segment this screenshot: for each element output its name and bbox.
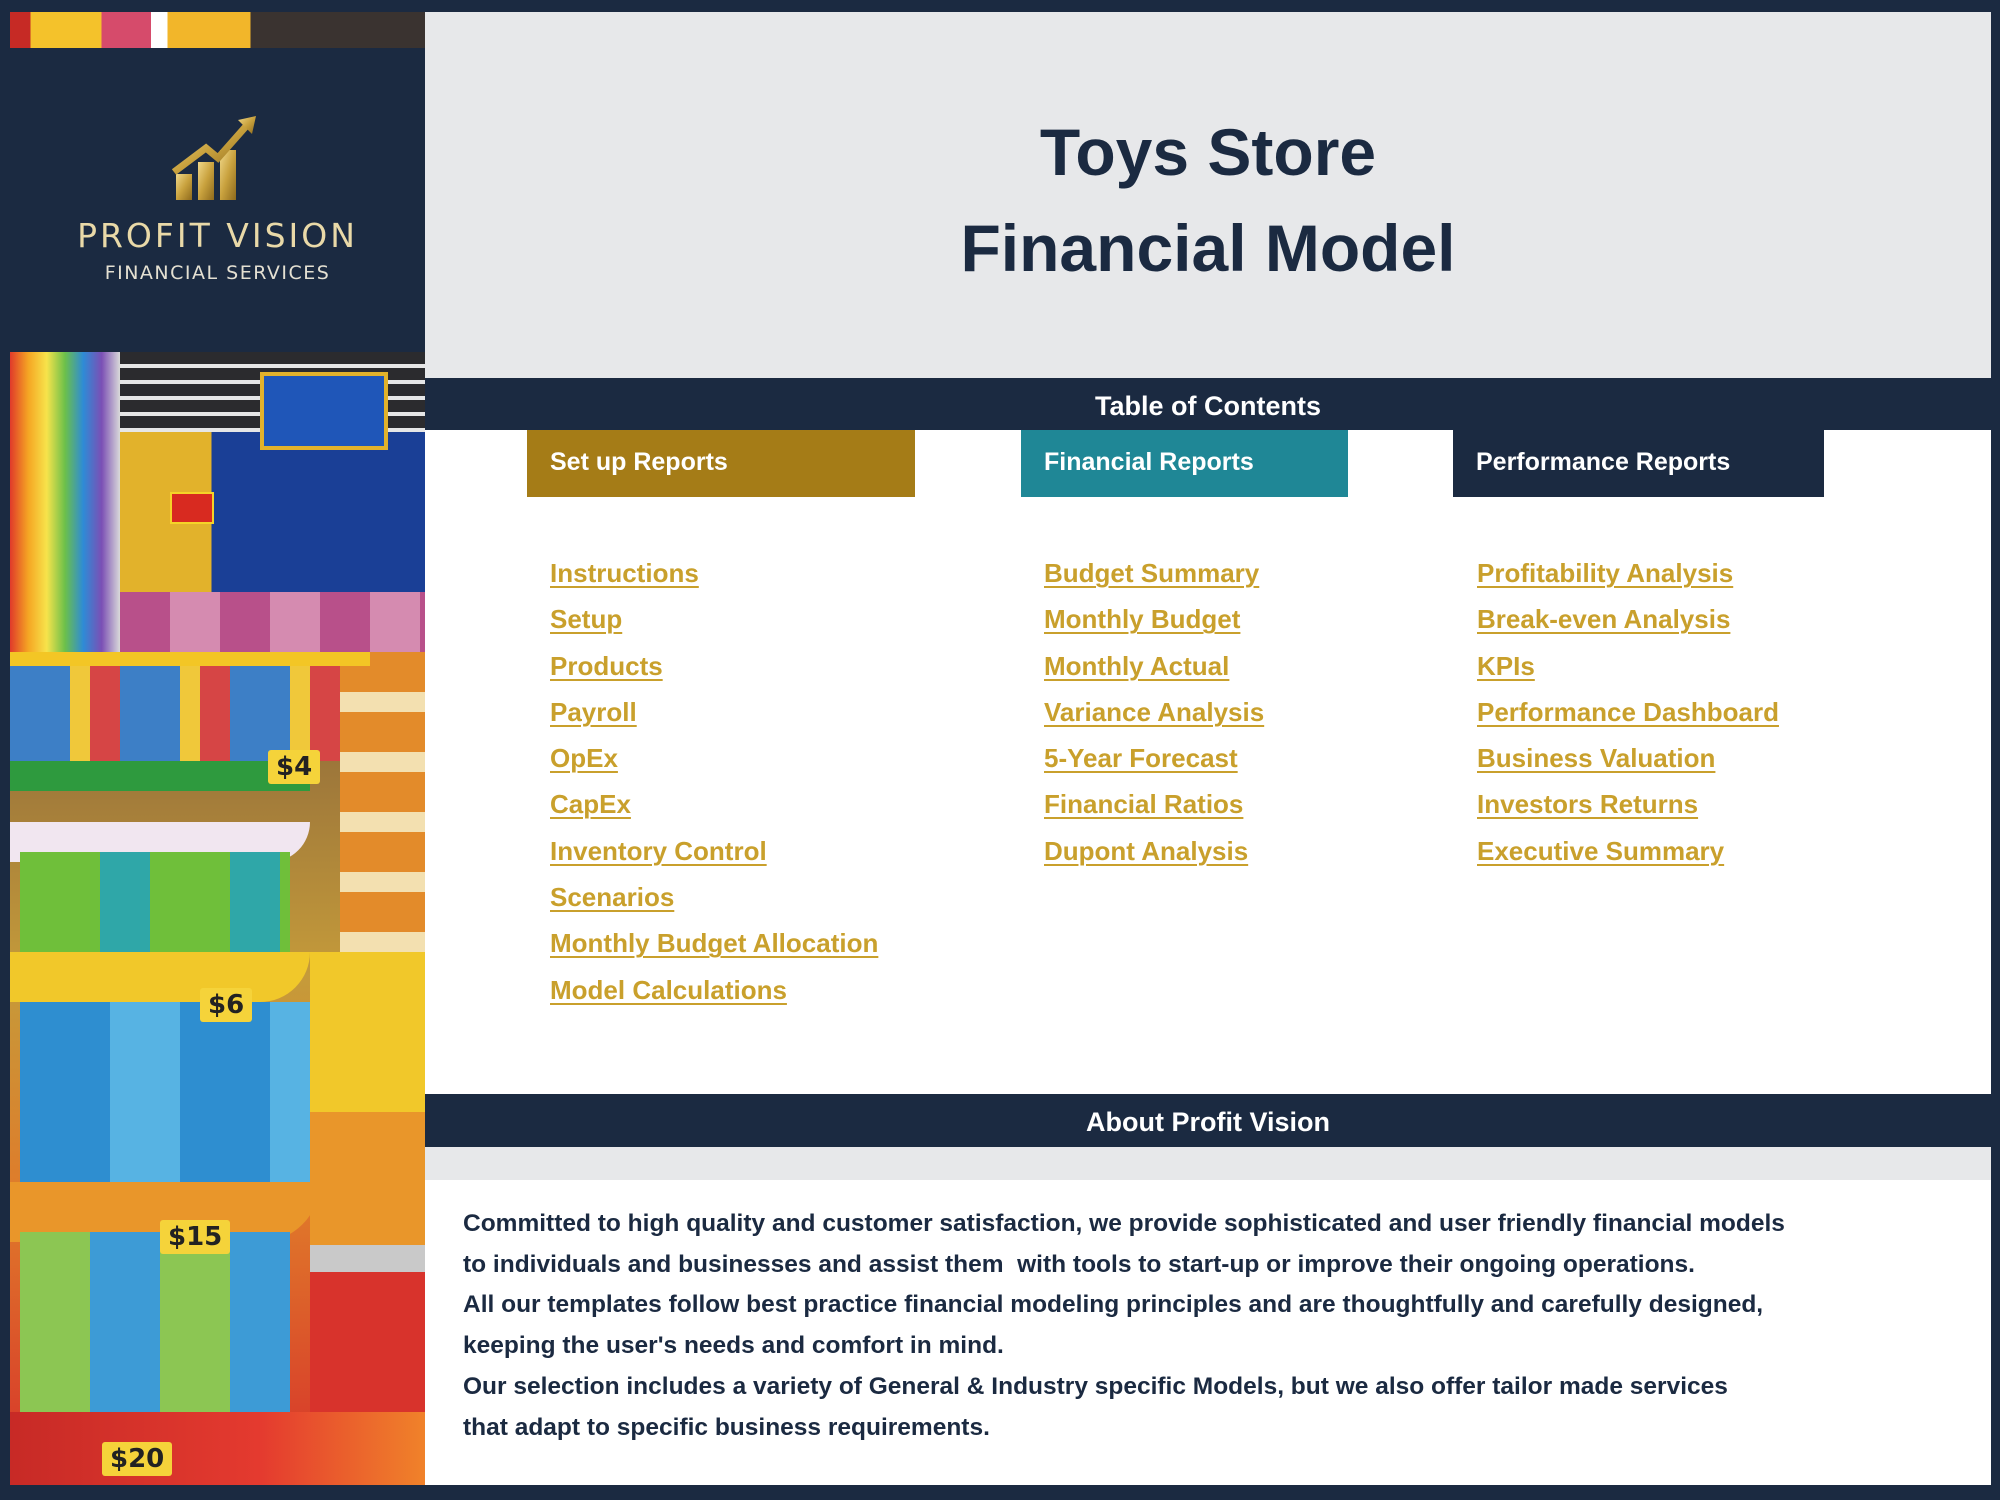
financial-reports-links: Budget Summary Monthly Budget Monthly Ac… <box>1044 550 1264 874</box>
link-products[interactable]: Products <box>550 651 663 681</box>
about-title-bar: About Profit Vision <box>425 1094 1991 1147</box>
link-break-even-analysis[interactable]: Break-even Analysis <box>1477 604 1730 634</box>
link-scenarios[interactable]: Scenarios <box>550 882 674 912</box>
about-line: keeping the user's needs and comfort in … <box>463 1332 1004 1360</box>
photo-lego-wall <box>120 432 425 592</box>
link-opex[interactable]: OpEx <box>550 743 618 773</box>
price-tag: $6 <box>200 988 253 1022</box>
financial-reports-header: Financial Reports <box>1021 430 1348 497</box>
setup-reports-links: Instructions Setup Products Payroll OpEx… <box>550 550 878 1013</box>
price-tag: $20 <box>102 1442 173 1476</box>
toc-title-bar: Table of Contents <box>425 378 1991 430</box>
toy-store-photo: $4 $6 $15 $20 <box>10 352 425 1485</box>
performance-reports-links: Profitability Analysis Break-even Analys… <box>1477 550 1779 874</box>
link-payroll[interactable]: Payroll <box>550 697 637 727</box>
financial-reports-header-label: Financial Reports <box>1044 448 1254 476</box>
photo-display-base <box>10 1412 425 1485</box>
page-title-line1: Toys Store <box>1039 115 1377 189</box>
link-setup[interactable]: Setup <box>550 604 622 634</box>
about-divider-strip <box>425 1147 1991 1180</box>
link-monthly-budget[interactable]: Monthly Budget <box>1044 604 1240 634</box>
link-investors-returns[interactable]: Investors Returns <box>1477 789 1698 819</box>
link-monthly-actual[interactable]: Monthly Actual <box>1044 651 1229 681</box>
link-model-calculations[interactable]: Model Calculations <box>550 975 787 1005</box>
brand-subtitle: FINANCIAL SERVICES <box>104 262 331 284</box>
setup-reports-header: Set up Reports <box>527 430 915 497</box>
photo-shelf-edge <box>10 652 370 666</box>
link-capex[interactable]: CapEx <box>550 789 631 819</box>
about-description: Committed to high quality and customer s… <box>463 1204 1943 1448</box>
link-variance-analysis[interactable]: Variance Analysis <box>1044 697 1264 727</box>
about-line: Committed to high quality and customer s… <box>463 1210 1785 1237</box>
left-sidebar: PROFIT VISION FINANCIAL SERVICES $4 $6 $… <box>10 12 425 1485</box>
price-tag: $15 <box>160 1220 231 1254</box>
link-performance-dashboard[interactable]: Performance Dashboard <box>1477 697 1779 727</box>
title-banner: Toys Store Financial Model <box>425 12 1991 378</box>
price-tag: $4 <box>268 750 321 784</box>
link-profitability-analysis[interactable]: Profitability Analysis <box>1477 558 1733 588</box>
main-panel: Toys Store Financial Model Table of Cont… <box>425 12 1991 1485</box>
link-budget-summary[interactable]: Budget Summary <box>1044 558 1259 588</box>
photo-strip-top <box>10 12 425 48</box>
photo-toys <box>20 1232 290 1412</box>
brand-logo-box: PROFIT VISION FINANCIAL SERVICES <box>10 48 425 352</box>
about-title: About Profit Vision <box>1086 1107 1330 1137</box>
photo-shelf <box>120 592 425 652</box>
photo-tv-screen <box>260 372 388 450</box>
link-instructions[interactable]: Instructions <box>550 558 699 588</box>
page-title: Toys Store Financial Model <box>425 104 1991 296</box>
photo-display-ring <box>10 952 310 1002</box>
performance-reports-header-label: Performance Reports <box>1476 448 1731 476</box>
setup-reports-header-label: Set up Reports <box>550 448 728 476</box>
photo-rainbow-wall <box>10 352 120 682</box>
link-inventory-control[interactable]: Inventory Control <box>550 836 767 866</box>
page-frame: PROFIT VISION FINANCIAL SERVICES $4 $6 $… <box>0 0 2000 1500</box>
about-line: to individuals and businesses and assist… <box>463 1250 1695 1278</box>
link-5-year-forecast[interactable]: 5-Year Forecast <box>1044 743 1238 773</box>
toc-title: Table of Contents <box>1095 391 1321 421</box>
link-financial-ratios[interactable]: Financial Ratios <box>1044 789 1243 819</box>
photo-toys <box>20 852 290 962</box>
link-dupont-analysis[interactable]: Dupont Analysis <box>1044 836 1248 866</box>
photo-lego-logo <box>170 492 214 524</box>
photo-toys <box>20 1002 310 1192</box>
rising-bar-chart-arrow-icon <box>171 116 256 200</box>
brand-name: PROFIT VISION <box>77 216 358 255</box>
link-business-valuation[interactable]: Business Valuation <box>1477 743 1715 773</box>
link-executive-summary[interactable]: Executive Summary <box>1477 836 1724 866</box>
page-title-line2: Financial Model <box>960 211 1456 285</box>
about-line: Our selection includes a variety of Gene… <box>463 1372 1728 1400</box>
link-kpis[interactable]: KPIs <box>1477 651 1535 681</box>
link-monthly-budget-allocation[interactable]: Monthly Budget Allocation <box>550 928 878 958</box>
photo-floor <box>310 952 425 1485</box>
about-line: All our templates follow best practice f… <box>463 1291 1764 1319</box>
performance-reports-header: Performance Reports <box>1453 430 1824 497</box>
photo-shelf-green <box>10 761 310 791</box>
about-line: that adapt to specific business requirem… <box>463 1413 990 1441</box>
photo-toy-boxes <box>10 666 340 761</box>
